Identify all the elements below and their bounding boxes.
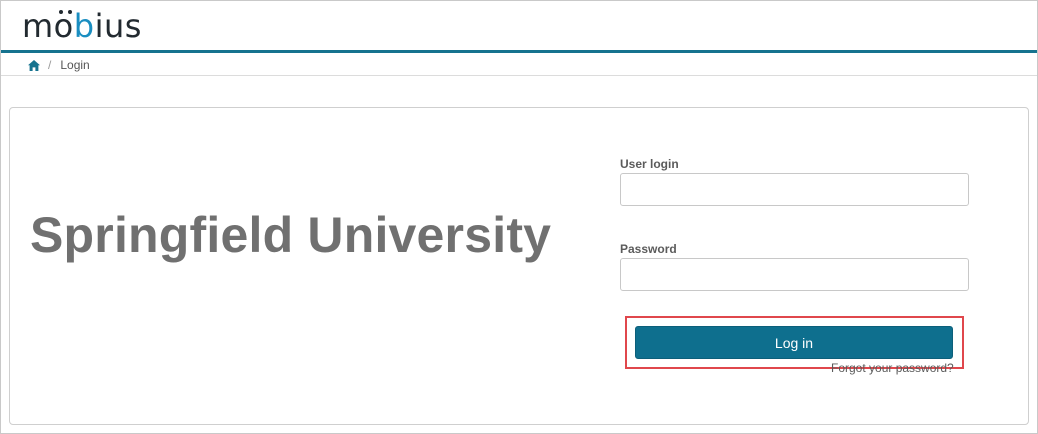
- breadcrumb-separator: /: [48, 58, 52, 72]
- forgot-password-link[interactable]: Forgot your password?: [831, 361, 954, 375]
- logo-text-m: m: [22, 7, 54, 45]
- institution-name: Springfield University: [30, 207, 552, 263]
- login-button[interactable]: Log in: [635, 326, 953, 359]
- logo-text-end: ius: [94, 7, 142, 45]
- mobius-logo[interactable]: m obius: [22, 9, 142, 43]
- password-label: Password: [620, 242, 677, 256]
- login-card: Springfield University User login Passwo…: [9, 107, 1029, 425]
- breadcrumb-current: Login: [60, 58, 90, 72]
- logo-text-accent: b: [73, 7, 95, 45]
- header-bar: m obius: [1, 1, 1037, 53]
- password-input[interactable]: [620, 258, 969, 291]
- umlaut-dots: [58, 10, 73, 15]
- breadcrumb: / Login: [1, 55, 1037, 76]
- username-label: User login: [620, 157, 679, 171]
- username-input[interactable]: [620, 173, 969, 206]
- logo-o-umlaut: o: [53, 7, 74, 45]
- home-icon[interactable]: [28, 59, 40, 71]
